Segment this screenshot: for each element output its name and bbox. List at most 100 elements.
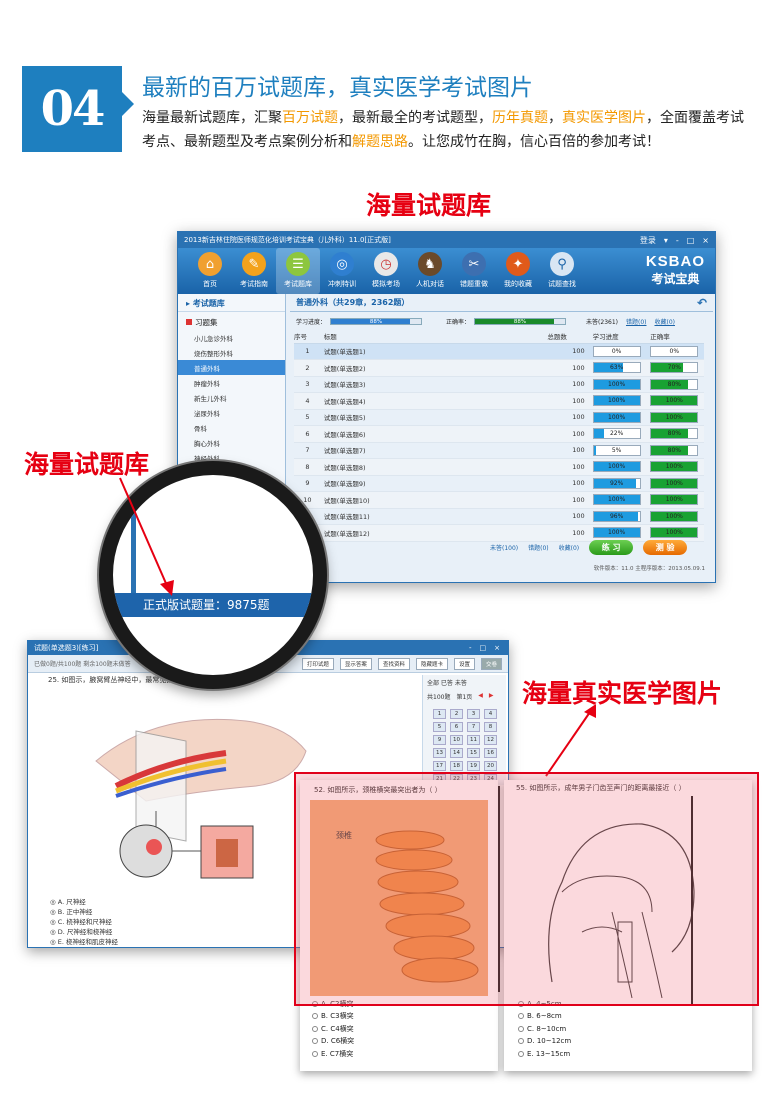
practice-button[interactable]: 练 习 bbox=[589, 539, 634, 555]
answer-option[interactable]: A. C2横突 bbox=[312, 998, 354, 1010]
table-row[interactable]: 2 试题(单选题2) 100 63% 70% bbox=[294, 359, 704, 377]
arrow-right-icon[interactable]: ▶ bbox=[489, 692, 494, 701]
question-number-cell[interactable]: 2 bbox=[450, 709, 463, 719]
favorites-link[interactable]: 收藏(0) bbox=[654, 317, 675, 326]
table-row[interactable]: 3 试题(单选题3) 100 100% 80% bbox=[294, 376, 704, 393]
option-label: A. 尺神经 bbox=[57, 898, 86, 906]
table-row[interactable]: 10 试题(单选题10) 100 100% 100% bbox=[294, 491, 704, 509]
progress-cell-bar: 100% bbox=[592, 378, 641, 390]
sidebar-item[interactable]: 小儿急诊外科 bbox=[178, 330, 285, 345]
close-button[interactable]: × bbox=[494, 641, 500, 655]
answer-option[interactable]: A. 4~5cm bbox=[518, 998, 571, 1010]
toolbar-redo-wrong[interactable]: ✂ 错题重做 bbox=[452, 248, 496, 294]
toolbar-sprint[interactable]: ◎ 冲刺特训 bbox=[320, 248, 364, 294]
toolbar-home[interactable]: ⌂ 首页 bbox=[188, 248, 232, 294]
answer-option[interactable]: E. 13~15cm bbox=[518, 1048, 571, 1060]
toolbar-mock-exam[interactable]: ◷ 模拟考场 bbox=[364, 248, 408, 294]
answer-option[interactable]: C. C4横突 bbox=[312, 1023, 354, 1035]
row-total: 100 bbox=[547, 343, 589, 360]
hide-card-button[interactable]: 隐藏题卡 bbox=[415, 657, 448, 670]
back-arrow-icon[interactable]: ↶ bbox=[697, 296, 707, 310]
option-item[interactable]: ◎ A. 尺神经 bbox=[50, 897, 118, 907]
question-number-cell[interactable]: 1 bbox=[433, 709, 446, 719]
submit-button[interactable]: 交卷 bbox=[480, 657, 502, 670]
minimize-button[interactable]: - bbox=[676, 236, 679, 245]
progress-cell-text: 100% bbox=[608, 463, 626, 471]
question-number-cell[interactable]: 3 bbox=[467, 709, 480, 719]
option-item[interactable]: ◎ E. 桡神经和肌皮神经 bbox=[50, 937, 118, 947]
option-item[interactable]: ◎ D. 尺神经和桡神经 bbox=[50, 927, 118, 937]
settings-button[interactable]: 设置 bbox=[453, 657, 475, 670]
login-link[interactable]: 登录 bbox=[640, 235, 656, 246]
toolbar-favorites[interactable]: ✦ 我的收藏 bbox=[496, 248, 540, 294]
test-button[interactable]: 测 验 bbox=[643, 539, 688, 555]
sidebar-item[interactable]: 普通外科 bbox=[178, 360, 285, 375]
show-answer-button[interactable]: 显示答案 bbox=[339, 657, 372, 670]
question-number-cell[interactable]: 11 bbox=[467, 735, 480, 745]
toolbar-search[interactable]: ⚲ 试题查找 bbox=[540, 248, 584, 294]
minimize-button[interactable]: - bbox=[469, 641, 472, 655]
question-number-cell[interactable]: 8 bbox=[484, 722, 497, 732]
answer-option[interactable]: B. 6~8cm bbox=[518, 1010, 571, 1022]
question-number-cell[interactable]: 20 bbox=[484, 761, 497, 771]
table-row[interactable]: 5 试题(单选题5) 100 100% 100% bbox=[294, 409, 704, 426]
question-number-cell[interactable]: 15 bbox=[467, 748, 480, 758]
question-number-cell[interactable]: 13 bbox=[433, 748, 446, 758]
sidebar-item[interactable]: 骨科 bbox=[178, 420, 285, 435]
table-row[interactable]: 9 试题(单选题9) 100 92% 100% bbox=[294, 475, 704, 492]
question-number-cell[interactable]: 10 bbox=[450, 735, 463, 745]
answer-option[interactable]: D. C6横突 bbox=[312, 1035, 354, 1047]
radio-icon bbox=[312, 1050, 318, 1057]
footer-favorites[interactable]: 收藏(0) bbox=[559, 543, 580, 552]
table-row[interactable]: 8 试题(单选题8) 100 100% 100% bbox=[294, 458, 704, 476]
table-row[interactable]: 6 试题(单选题6) 100 22% 80% bbox=[294, 425, 704, 443]
arrow-left-icon[interactable]: ◀ bbox=[478, 692, 483, 701]
toolbar-question-bank[interactable]: ☰ 考试题库 bbox=[276, 248, 320, 294]
sidebar-item[interactable]: 肿瘤外科 bbox=[178, 375, 285, 390]
wrong-questions-link[interactable]: 错题(0) bbox=[626, 317, 647, 326]
footer-wrong[interactable]: 错题(0) bbox=[528, 543, 549, 552]
row-progress: 5% bbox=[588, 442, 647, 459]
question-number-cell[interactable]: 5 bbox=[433, 722, 446, 732]
question-number-cell[interactable]: 6 bbox=[450, 722, 463, 732]
question-number-cell[interactable]: 17 bbox=[433, 761, 446, 771]
undone-count: 未答(2361) bbox=[586, 318, 618, 326]
table-row[interactable]: 7 试题(单选题7) 100 5% 80% bbox=[294, 442, 704, 459]
progress-cell-text: 96% bbox=[609, 512, 624, 520]
accuracy-cell-text: 80% bbox=[667, 430, 681, 438]
answer-option[interactable]: C. 8~10cm bbox=[518, 1023, 571, 1035]
toolbar-exam-guide[interactable]: ✎ 考试指南 bbox=[232, 248, 276, 294]
toolbar-dialogue[interactable]: ♞ 人机对话 bbox=[408, 248, 452, 294]
maximize-button[interactable]: □ bbox=[480, 641, 487, 655]
sidebar-group[interactable]: 习题集 bbox=[178, 312, 285, 330]
question-number-cell[interactable]: 12 bbox=[484, 735, 497, 745]
option-item[interactable]: ◎ B. 正中神经 bbox=[50, 907, 118, 917]
question-number-cell[interactable]: 18 bbox=[450, 761, 463, 771]
answer-option[interactable]: D. 10~12cm bbox=[518, 1035, 571, 1047]
sidebar-item[interactable]: 新生儿外科 bbox=[178, 390, 285, 405]
print-button[interactable]: 打印试题 bbox=[301, 657, 334, 670]
question-number-cell[interactable]: 19 bbox=[467, 761, 480, 771]
question-number-cell[interactable]: 9 bbox=[433, 735, 446, 745]
maximize-button[interactable]: □ bbox=[687, 236, 695, 245]
gift-icon: ✦ bbox=[506, 252, 530, 276]
question-number-cell[interactable]: 7 bbox=[467, 722, 480, 732]
menu-dropdown-icon[interactable]: ▾ bbox=[664, 236, 668, 245]
question-number-cell[interactable]: 4 bbox=[484, 709, 497, 719]
sidebar-item[interactable]: 泌尿外科 bbox=[178, 405, 285, 420]
question-number-cell[interactable]: 14 bbox=[450, 748, 463, 758]
answer-option[interactable]: E. C7横突 bbox=[312, 1048, 354, 1060]
option-item[interactable]: ◎ C. 桡神经和尺神经 bbox=[50, 917, 118, 927]
sidebar-item[interactable]: 胸心外科 bbox=[178, 435, 285, 450]
question-number-cell[interactable]: 16 bbox=[484, 748, 497, 758]
table-row[interactable]: 11试题(单选题11)10096%100% bbox=[294, 508, 704, 525]
close-button[interactable]: × bbox=[702, 236, 709, 245]
find-material-button[interactable]: 查找资料 bbox=[377, 657, 410, 670]
sidebar-item[interactable]: 烧伤整形外科 bbox=[178, 345, 285, 360]
table-row[interactable]: 4 试题(单选题4) 100 100% 100% bbox=[294, 392, 704, 410]
row-accuracy: 80% bbox=[646, 442, 704, 459]
row-accuracy: 100% bbox=[646, 392, 704, 410]
answer-option[interactable]: B. C3横突 bbox=[312, 1010, 354, 1022]
table-body: 1 试题(单选题1) 100 0% 0% 2 试题(单选题2) 100 63% 70% 3 试题(单选… bbox=[294, 343, 704, 542]
table-row[interactable]: 1 试题(单选题1) 100 0% 0% bbox=[294, 343, 704, 360]
